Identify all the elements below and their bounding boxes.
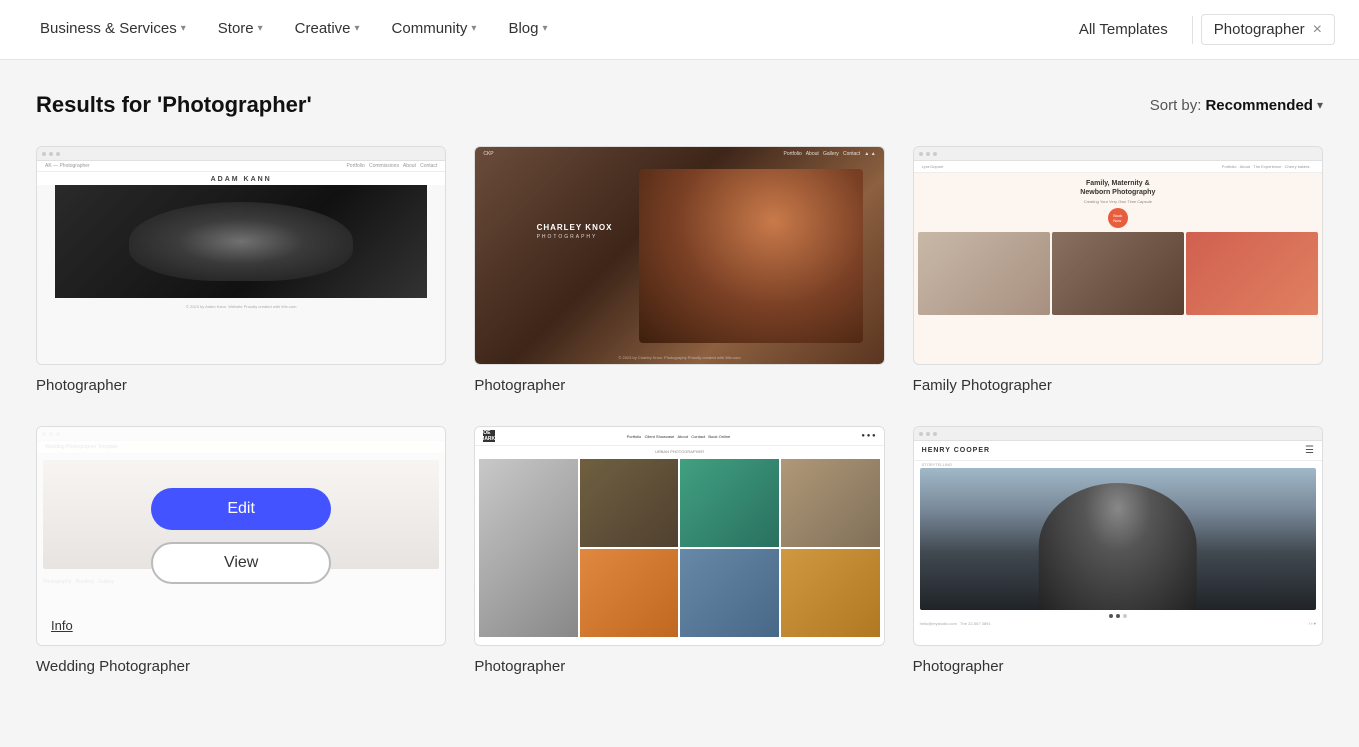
templates-grid: AK — Photographer Portfolio Commissions … (36, 146, 1323, 675)
sort-by-value: Recommended (1205, 97, 1313, 114)
nav-item-community[interactable]: Community ▾ (376, 0, 493, 60)
template-thumb-6: HENRY COOPER ☰ STORYTELLING hello@mystud… (913, 426, 1323, 645)
close-icon[interactable]: × (1313, 22, 1322, 38)
nav-label-store: Store (218, 20, 254, 37)
top-navigation: Business & Services ▾ Store ▾ Creative ▾… (0, 0, 1359, 60)
edit-button[interactable]: Edit (151, 488, 331, 530)
template-title-6: Photographer (913, 658, 1323, 675)
template-title-2: Photographer (474, 377, 884, 394)
template-title-3: Family Photographer (913, 377, 1323, 394)
view-button[interactable]: View (151, 542, 331, 584)
template-thumb-2: CKP Portfolio About Gallery Contact ▲ ▲ … (474, 146, 884, 365)
nav-label-creative: Creative (295, 20, 351, 37)
chevron-down-icon: ▾ (542, 23, 547, 34)
nav-item-blog[interactable]: Blog ▾ (492, 0, 563, 60)
chevron-down-icon: ▾ (258, 23, 263, 34)
template-title-1: Photographer (36, 377, 446, 394)
template-card-photographer-2[interactable]: CKP Portfolio About Gallery Contact ▲ ▲ … (474, 146, 884, 394)
template-card-wedding-photographer[interactable]: Wedding Photographer Template Photograph… (36, 426, 446, 674)
template-thumb-5: ZOEMARKS Portfolio Client Showcase About… (474, 426, 884, 645)
template-thumb-3: Lyra Dupont Portfolio About The Experien… (913, 146, 1323, 365)
nav-left-items: Business & Services ▾ Store ▾ Creative ▾… (24, 0, 1063, 60)
template-overlay: Edit View (151, 488, 331, 584)
template-card-henry-cooper[interactable]: HENRY COOPER ☰ STORYTELLING hello@mystud… (913, 426, 1323, 674)
chevron-down-icon: ▾ (355, 23, 360, 34)
results-title: Results for 'Photographer' (36, 92, 312, 118)
template-thumb-1: AK — Photographer Portfolio Commissions … (36, 146, 446, 365)
template-title-4: Wedding Photographer (36, 658, 446, 675)
nav-label-business-services: Business & Services (40, 20, 177, 37)
nav-label-community: Community (392, 20, 468, 37)
nav-item-store[interactable]: Store ▾ (202, 0, 279, 60)
info-link[interactable]: Info (51, 618, 73, 633)
nav-divider (1192, 16, 1193, 44)
search-tag-label: Photographer (1214, 21, 1305, 38)
template-card-photographer-1[interactable]: AK — Photographer Portfolio Commissions … (36, 146, 446, 394)
chevron-down-icon: ▾ (1317, 98, 1323, 112)
template-card-urban-photographer[interactable]: ZOEMARKS Portfolio Client Showcase About… (474, 426, 884, 674)
results-header: Results for 'Photographer' Sort by: Reco… (36, 92, 1323, 118)
chevron-down-icon: ▾ (471, 23, 476, 34)
search-tag: Photographer × (1201, 14, 1335, 45)
nav-label-blog: Blog (508, 20, 538, 37)
template-title-5: Photographer (474, 658, 884, 675)
template-card-family-photographer[interactable]: Lyra Dupont Portfolio About The Experien… (913, 146, 1323, 394)
template-thumb-4: Wedding Photographer Template Photograph… (36, 426, 446, 645)
all-templates-link[interactable]: All Templates (1063, 21, 1184, 38)
sort-by-label: Sort by: (1150, 97, 1202, 114)
chevron-down-icon: ▾ (181, 23, 186, 34)
nav-right-items: All Templates Photographer × (1063, 14, 1335, 45)
sort-by-control[interactable]: Sort by: Recommended ▾ (1150, 97, 1323, 114)
nav-item-creative[interactable]: Creative ▾ (279, 0, 376, 60)
main-content: Results for 'Photographer' Sort by: Reco… (0, 60, 1359, 707)
nav-item-business-services[interactable]: Business & Services ▾ (24, 0, 202, 60)
